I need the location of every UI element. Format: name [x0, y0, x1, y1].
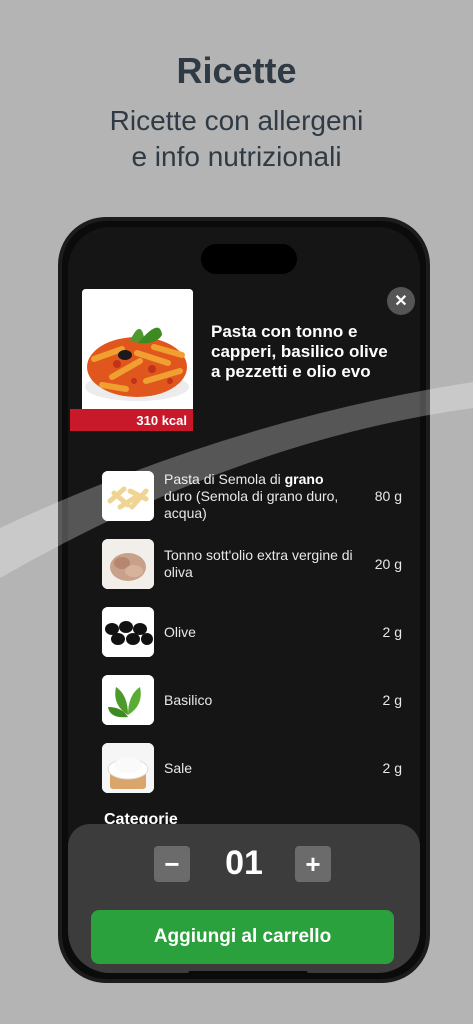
pasta-dish-icon [82, 289, 193, 409]
ingredient-quantity: 80 g [374, 488, 402, 504]
increase-quantity-button[interactable]: + [295, 846, 331, 882]
ingredient-name: Sale [164, 743, 354, 793]
ingredient-quantity: 2 g [382, 624, 402, 640]
ingredient-name-part: duro (Semola di grano duro, acqua) [164, 487, 339, 521]
basil-icon [102, 675, 154, 725]
ingredient-row: Olive 2 g [102, 607, 402, 675]
page-subtitle: Ricette con allergeni e info nutrizional… [0, 103, 473, 175]
ingredient-name-part: Pasta di Semola di [164, 470, 285, 487]
ingredient-quantity: 2 g [382, 692, 402, 708]
ingredients-list: Pasta di Semola di grano duro (Semola di… [102, 471, 402, 811]
ingredient-row: Sale 2 g [102, 743, 402, 811]
tuna-icon [102, 539, 154, 589]
ingredient-quantity: 20 g [374, 556, 402, 572]
ingredient-name-part: Tonno sott'olio extra vergine di oliva [164, 547, 353, 580]
page-title: Ricette [176, 50, 297, 91]
subtitle-line-1: Ricette con allergeni [109, 105, 364, 136]
decrease-quantity-button[interactable]: − [154, 846, 190, 882]
olives-icon [102, 607, 154, 657]
ingredient-name: Tonno sott'olio extra vergine di oliva [164, 539, 354, 589]
quantity-value: 01 [225, 844, 263, 882]
ingredient-row: Pasta di Semola di grano duro (Semola di… [102, 471, 402, 539]
cart-sheet: − 01 + Aggiungi al carrello [68, 824, 420, 973]
ingredient-quantity: 2 g [382, 760, 402, 776]
ingredient-row: Tonno sott'olio extra vergine di oliva 2… [102, 539, 402, 607]
ingredient-allergen: grano [284, 470, 324, 487]
subtitle-line-2: e info nutrizionali [131, 141, 342, 172]
dish-title: Pasta con tonno e capperi, basilico oliv… [211, 322, 388, 381]
kcal-badge: 310 kcal [70, 409, 193, 431]
ingredient-name: Basilico [164, 675, 354, 725]
ingredient-name: Pasta di Semola di grano duro (Semola di… [164, 471, 354, 521]
home-indicator [188, 971, 308, 973]
close-icon: ✕ [394, 293, 408, 310]
dynamic-island [201, 244, 297, 274]
ingredient-name-part: Sale [164, 759, 193, 776]
phone-frame: 310 kcal Pasta con tonno e capperi, basi… [58, 217, 430, 983]
ingredient-row: Basilico 2 g [102, 675, 402, 743]
salt-icon [102, 743, 154, 793]
ingredient-name-part: Basilico [164, 691, 213, 708]
phone-screen: 310 kcal Pasta con tonno e capperi, basi… [68, 227, 420, 973]
pasta-icon [102, 471, 154, 521]
close-button[interactable]: ✕ [387, 287, 415, 315]
ingredient-name: Olive [164, 607, 354, 657]
add-to-cart-button[interactable]: Aggiungi al carrello [91, 910, 394, 964]
ingredient-name-part: Olive [164, 623, 196, 640]
